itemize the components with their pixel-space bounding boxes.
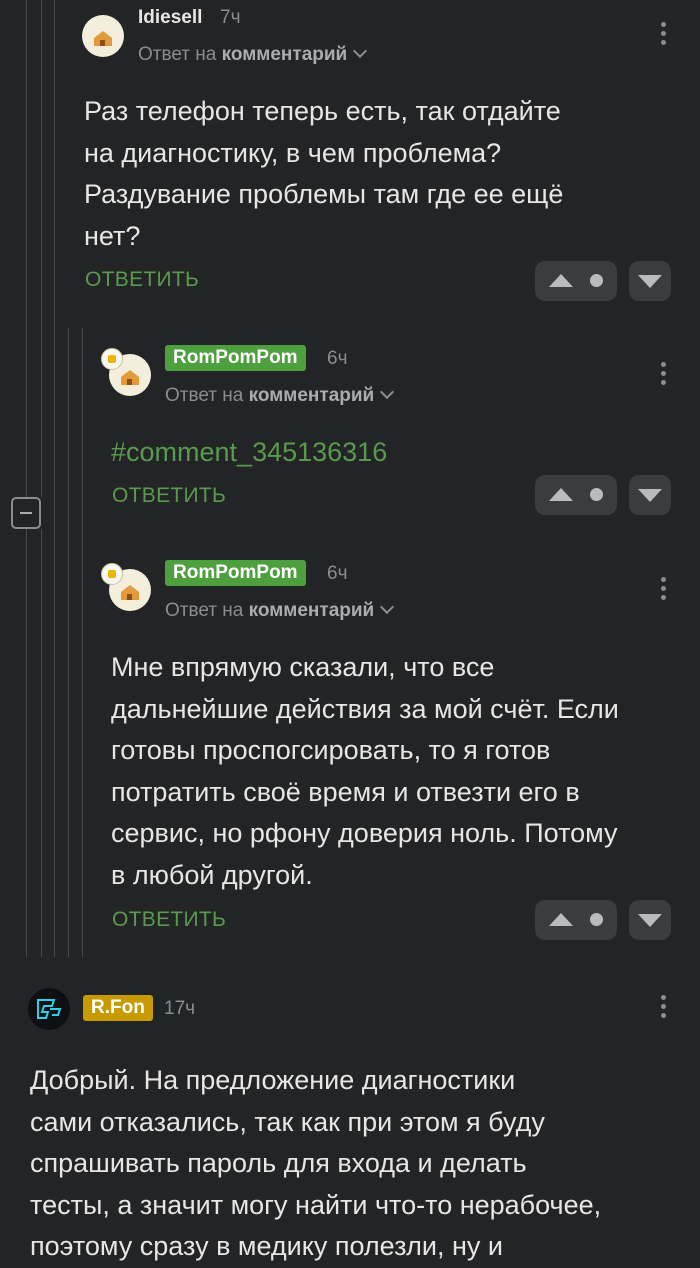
reply-button[interactable]: ОТВЕТИТЬ	[85, 268, 199, 292]
chevron-down-icon	[380, 599, 395, 615]
collapse-icon[interactable]	[11, 497, 41, 529]
comment-text: Мне впрямую сказали, что все дальнейшие …	[111, 647, 619, 896]
comment-time: 6ч	[327, 348, 348, 369]
username[interactable]: RomPomPom	[165, 345, 306, 371]
reply-to-target: комментарий	[248, 385, 375, 406]
chevron-down-icon	[380, 384, 395, 400]
more-vertical-icon[interactable]	[660, 22, 666, 48]
thread-line	[54, 0, 55, 957]
reply-button[interactable]: ОТВЕТИТЬ	[112, 484, 226, 508]
text-line: Мне впрямую сказали, что все	[111, 652, 495, 682]
house-avatar-icon	[94, 31, 112, 46]
text-line: дальнейшие действия за мой счёт. Если	[111, 693, 619, 724]
text-line: Раздувание проблемы там где ее ещё	[84, 179, 564, 209]
reply-to[interactable]: Ответ на комментарий	[165, 383, 395, 409]
house-avatar-icon	[121, 370, 139, 385]
text-line: на диагностику, в чем проблема?	[84, 137, 502, 168]
text-line: сервис, но рфону доверия ноль. Потому	[111, 818, 618, 848]
house-avatar-icon	[121, 585, 139, 600]
vote-down-icon[interactable]	[629, 261, 671, 301]
avatar[interactable]	[28, 988, 70, 1030]
thread-line	[41, 529, 42, 957]
reply-to-prefix: Ответ на	[165, 600, 244, 621]
text-line: потратить своё время и отвезти его в	[111, 776, 580, 807]
comment-time: 7ч	[220, 7, 241, 28]
reply-to[interactable]: Ответ на комментарий	[138, 42, 368, 68]
comment-link[interactable]: #comment_345136316	[111, 432, 387, 474]
rfon-logo-icon	[37, 999, 62, 1019]
text-line: тесты, а значит могу найти что-то нерабо…	[30, 1189, 602, 1220]
reply-to-target: комментарий	[221, 44, 348, 65]
text-line: поэтому сразу в медику полезли, ну и	[30, 1231, 503, 1261]
vote-up-icon[interactable]	[535, 261, 617, 301]
thread-line	[26, 529, 27, 957]
vote-down-icon[interactable]	[629, 475, 671, 515]
reply-to-target: комментарий	[248, 600, 375, 621]
reply-to-prefix: Ответ на	[165, 385, 244, 406]
text-line: Добрый. На предложение диагностики	[30, 1065, 516, 1095]
more-vertical-icon[interactable]	[660, 362, 666, 388]
comment-text: Раз телефон теперь есть, так отдайте на …	[84, 91, 563, 257]
text-line: Раз телефон теперь есть, так отдайте	[84, 96, 561, 126]
avatar[interactable]	[82, 15, 124, 57]
text-line: в любой другой.	[111, 859, 313, 890]
author-badge-icon	[101, 563, 123, 585]
comment-time: 6ч	[327, 563, 348, 584]
thread-line	[26, 0, 27, 497]
vote-down-icon[interactable]	[629, 900, 671, 940]
more-vertical-icon[interactable]	[660, 995, 666, 1021]
chevron-down-icon	[353, 43, 368, 59]
username[interactable]: Idiesell	[138, 5, 202, 31]
username[interactable]: R.Fon	[83, 995, 153, 1021]
text-line: сами отказались, так как при этом я буду	[30, 1106, 545, 1137]
thread-line	[68, 328, 69, 957]
author-badge-icon	[101, 348, 123, 370]
thread-line	[41, 0, 42, 497]
comment-text: Добрый. На предложение диагностики сами …	[30, 1060, 601, 1268]
reply-to[interactable]: Ответ на комментарий	[165, 598, 395, 624]
username[interactable]: RomPomPom	[165, 560, 306, 586]
more-vertical-icon[interactable]	[660, 577, 666, 603]
vote-up-icon[interactable]	[535, 900, 617, 940]
thread-line	[82, 328, 83, 957]
text-line: спрашивать пароль для входа и делать	[30, 1148, 527, 1178]
reply-to-prefix: Ответ на	[138, 44, 217, 65]
vote-up-icon[interactable]	[535, 475, 617, 515]
comment-time: 17ч	[164, 998, 196, 1019]
text-line: нет?	[84, 220, 141, 251]
text-line: готовы проспогсировать, то я готов	[111, 735, 551, 765]
reply-button[interactable]: ОТВЕТИТЬ	[112, 908, 226, 932]
